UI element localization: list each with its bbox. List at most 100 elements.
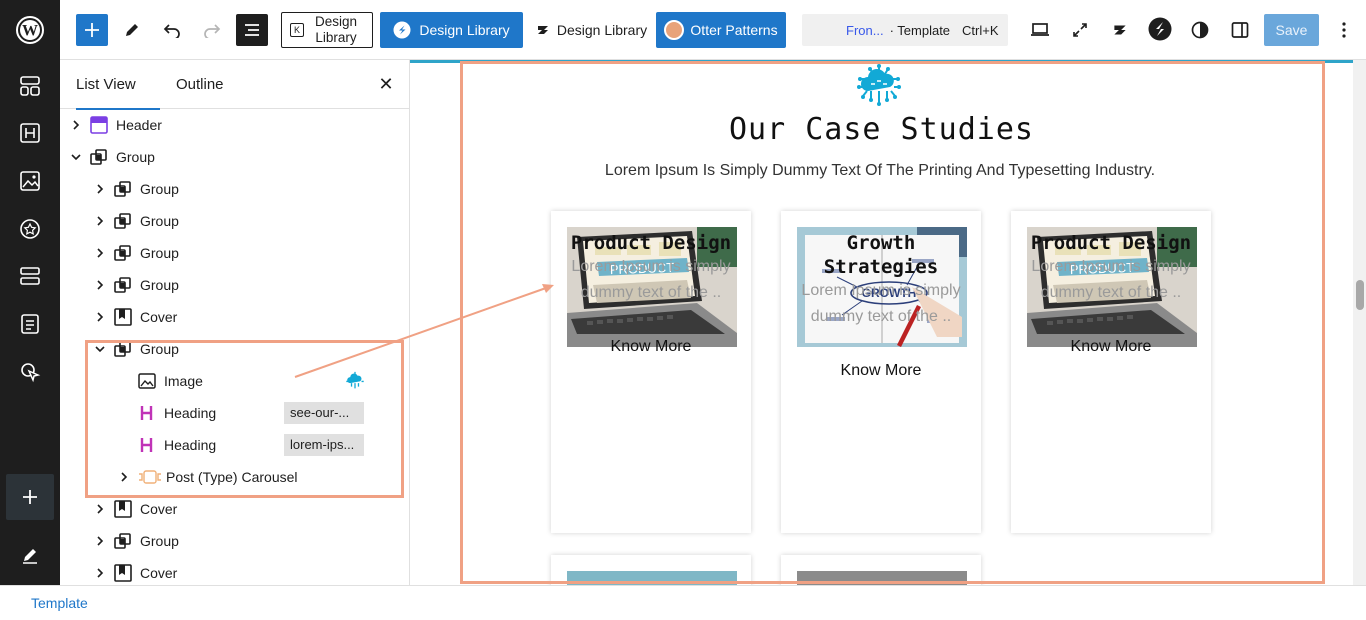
list-row-heading[interactable]: Heading see-our-... [60,397,409,429]
more-options-icon[interactable] [1332,18,1356,42]
chevron-right-icon[interactable] [94,567,106,579]
card-excerpt: Lorem Ipsum is simply dummy text of the … [1031,258,1191,301]
case-study-card[interactable]: GROWTH Growth Strategies Lorem Ipsum is … [781,211,981,533]
otter-patterns-button[interactable]: Otter Patterns [656,12,786,48]
list-row-group[interactable]: Group [60,237,409,269]
group-icon [114,276,132,294]
list-row-heading[interactable]: Heading lorem-ips... [60,429,409,461]
breadcrumb-template[interactable]: Template [31,595,88,611]
list-row-group[interactable]: Group [60,269,409,301]
cloud-circuit-thumbnail-icon [346,371,364,389]
know-more-button[interactable]: Know More [781,362,981,380]
stackable-circle-icon[interactable] [1147,16,1173,42]
list-view-toggle-button[interactable] [236,14,268,46]
document-icon[interactable] [0,300,60,348]
list-row-label: Group [140,245,179,261]
save-button[interactable]: Save [1264,14,1319,46]
list-row-cover[interactable]: Cover [60,301,409,333]
card-title[interactable]: Product Design [1019,231,1203,255]
star-badge-icon[interactable] [0,205,60,253]
list-row-header[interactable]: Header [60,109,409,141]
close-icon[interactable]: ✕ [376,74,396,94]
list-row-label: Cover [140,309,178,325]
chevron-right-icon[interactable] [94,279,106,291]
desktop-preview-icon[interactable] [1028,18,1052,42]
media-icon[interactable] [0,157,60,205]
list-row-group[interactable]: Group [60,525,409,557]
image-icon [138,372,156,390]
chevron-right-icon[interactable] [94,247,106,259]
card-title[interactable]: Product Design [559,231,743,255]
chevron-right-icon[interactable] [94,215,106,227]
chevron-right-icon[interactable] [118,471,130,483]
stackable-logo-icon [393,21,411,39]
scrollbar-thumb[interactable] [1356,280,1364,310]
tab-list-view[interactable]: List View [76,60,160,110]
contrast-icon[interactable] [1188,18,1212,42]
cursor-click-icon[interactable] [0,348,60,396]
list-row-group[interactable]: Group [60,205,409,237]
card-excerpt: Lorem Ipsum is simply dummy text of the … [801,282,961,325]
carousel-card-partial[interactable] [551,555,751,585]
card-image [797,571,967,585]
chevron-right-icon[interactable] [94,183,106,195]
wordpress-logo-icon[interactable]: W [0,0,60,60]
list-row-cover[interactable]: Cover [60,557,409,585]
list-row-image[interactable]: Image [60,365,409,397]
editor-app: W K Design Library Design Library Design … [0,0,1366,620]
canvas-scrollbar[interactable] [1353,60,1366,585]
command-palette-bar[interactable]: Fron... · Template Ctrl+K [802,14,1008,46]
card-excerpt: Lorem Ipsum is simply dummy text of the … [571,258,731,301]
know-more-button[interactable]: Know More [551,338,751,356]
stackable-settings-icon[interactable] [1108,18,1132,42]
design-library-primary-button[interactable]: Design Library [380,12,523,48]
chevron-right-icon[interactable] [70,119,82,131]
list-row-label: Header [116,117,162,133]
undo-icon[interactable] [160,18,184,42]
chevron-down-icon[interactable] [70,151,82,163]
list-row-group[interactable]: Group [60,333,409,365]
carousel-card-partial[interactable] [781,555,981,585]
block-inserter-button[interactable] [76,14,108,46]
group-icon [114,340,132,358]
group-icon [114,532,132,550]
tab-outline[interactable]: Outline [176,60,224,109]
fullscreen-icon[interactable] [1068,18,1092,42]
list-row-post-type-carousel[interactable]: Post (Type) Carousel [60,461,409,493]
list-row-label: Image [164,373,203,389]
section-title[interactable]: Our Case Studies [410,112,1353,147]
heading-anchor-badge: lorem-ips... [284,434,364,456]
patterns-icon[interactable] [0,62,60,110]
design-library-secondary-button[interactable]: Design Library [532,12,650,48]
heading-block-icon[interactable] [0,109,60,157]
card-title[interactable]: Growth Strategies [789,231,973,279]
carousel-icon [138,468,162,486]
group-icon [90,148,108,166]
chevron-right-icon[interactable] [94,503,106,515]
svg-text:W: W [22,23,38,40]
chevron-down-icon[interactable] [94,343,106,355]
add-block-icon[interactable] [6,474,54,520]
sidebar-toggle-icon[interactable] [1228,18,1252,42]
list-row-cover[interactable]: Cover [60,493,409,525]
chevron-right-icon[interactable] [94,535,106,547]
group-icon [114,180,132,198]
edit-pencil-icon[interactable] [0,533,60,577]
cover-icon [114,308,132,326]
cover-icon [114,500,132,518]
list-view-panel: List View Outline ✕ Header Group Group Grou… [60,60,410,585]
list-row-label: Heading [164,437,217,453]
case-study-card[interactable]: PRODUCT Product Design Lorem Ipsum is si… [1011,211,1211,533]
section-subtitle[interactable]: Lorem Ipsum Is Simply Dummy Text Of The … [410,162,1350,180]
redo-icon[interactable] [200,18,224,42]
canvas-top-border [410,60,1353,63]
case-study-card[interactable]: PRODUCT Product Design Lorem Ipsum is si… [551,211,751,533]
stack-icon[interactable] [0,252,60,300]
list-row-group[interactable]: Group [60,141,409,173]
chevron-right-icon[interactable] [94,311,106,323]
list-row-group[interactable]: Group [60,173,409,205]
edit-tool-icon[interactable] [120,18,144,42]
design-library-boxed-button[interactable]: K Design Library [281,12,373,48]
cloud-circuit-logo-icon[interactable] [856,64,902,108]
know-more-button[interactable]: Know More [1011,338,1211,356]
